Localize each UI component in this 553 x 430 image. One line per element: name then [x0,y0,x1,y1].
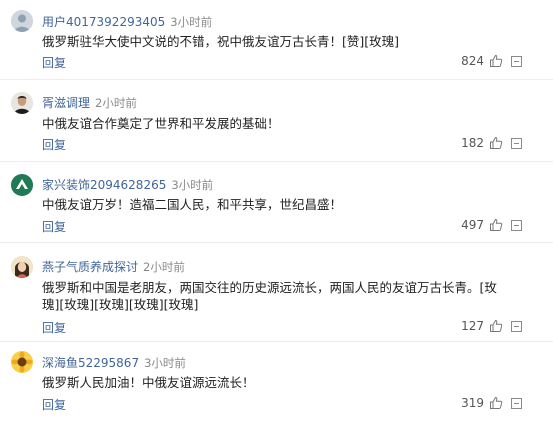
comment-time: 2小时前 [143,260,185,274]
default-avatar-icon[interactable] [11,10,33,32]
thumbs-up-icon[interactable] [489,319,503,333]
comment-username[interactable]: 深海鱼52295867 [42,356,139,370]
comment-item: 深海鱼52295867 3小时前 俄罗斯人民加油！中俄友谊源远流长！ 回复 319 [0,342,553,430]
comment-time: 3小时前 [171,178,214,192]
like-count: 497 [461,218,484,232]
comment-time: 2小时前 [95,96,137,110]
comment-time: 3小时前 [144,356,186,370]
thumbs-up-icon[interactable] [489,218,503,232]
girl-avatar-icon[interactable] [11,256,33,278]
comment-text: 俄罗斯人民加油！中俄友谊源远流长！ [42,375,255,390]
comment-username[interactable]: 家兴装饰2094628265 [42,178,166,192]
comment-item: 家兴装饰2094628265 3小时前 中俄友谊万岁！造福二国人民，和平共享，世纪… [0,162,553,243]
reply-button[interactable]: 回复 [42,319,66,336]
reply-button[interactable]: 回复 [42,218,66,235]
reply-button[interactable]: 回复 [42,396,66,413]
more-options-icon[interactable] [511,220,522,231]
comment-username[interactable]: 胥滋调理 [42,96,90,110]
reply-button[interactable]: 回复 [42,136,66,153]
reply-button[interactable]: 回复 [42,54,66,71]
more-options-icon[interactable] [511,56,522,67]
like-count: 319 [461,396,484,410]
comment-item: 胥滋调理 2小时前 中俄友谊合作奠定了世界和平发展的基础！ 回复 182 [0,80,553,162]
comment-text: 俄罗斯驻华大使中文说的不错，祝中俄友谊万古长青！[赞][玫瑰] [42,34,400,49]
comment-text: 俄罗斯和中国是老朋友，两国交往的历史源远流长，两国人民的友谊万古长青。[玫瑰][… [42,280,497,312]
green-logo-avatar-icon[interactable] [11,174,33,196]
comment-text: 中俄友谊万岁！造福二国人民，和平共享，世纪昌盛！ [42,197,343,212]
more-options-icon[interactable] [511,138,522,149]
comment-text: 中俄友谊合作奠定了世界和平发展的基础！ [42,116,280,131]
comment-time: 3小时前 [170,15,213,29]
person-photo-avatar-icon[interactable] [11,92,33,114]
thumbs-up-icon[interactable] [489,136,503,150]
comment-item: 用户4017392293405 3小时前 俄罗斯驻华大使中文说的不错，祝中俄友谊万… [0,0,553,80]
comment-username[interactable]: 用户4017392293405 [42,15,165,29]
comment-item: 燕子气质养成探讨 2小时前 俄罗斯和中国是老朋友，两国交往的历史源远流长，两国人民… [0,243,553,342]
more-options-icon[interactable] [511,398,522,409]
sunflower-avatar-icon[interactable] [11,351,33,373]
thumbs-up-icon[interactable] [489,54,503,68]
like-count: 182 [461,136,484,150]
more-options-icon[interactable] [511,321,522,332]
thumbs-up-icon[interactable] [489,396,503,410]
like-count: 824 [461,54,484,68]
comment-username[interactable]: 燕子气质养成探讨 [42,260,138,274]
like-count: 127 [461,319,484,333]
